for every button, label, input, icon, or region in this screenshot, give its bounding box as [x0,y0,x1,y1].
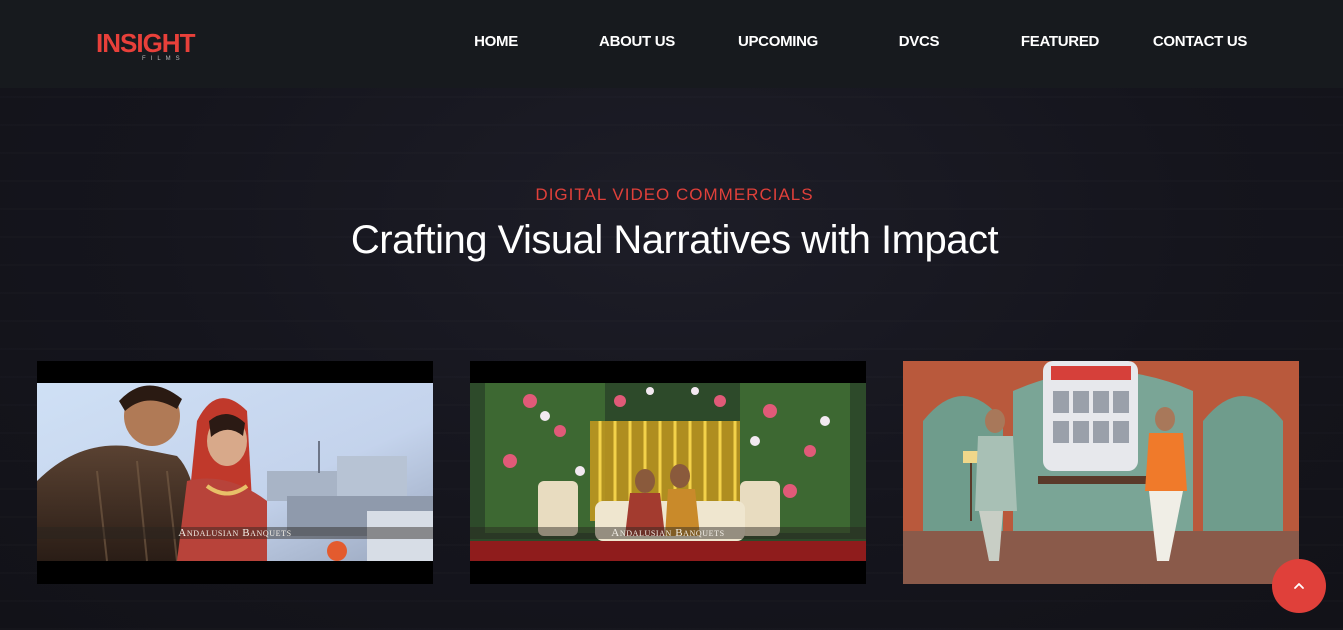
logo-subtext: FILMS [142,56,185,62]
chevron-up-icon [1294,583,1304,589]
video-caption-1: Andalusian Banquets [178,527,292,539]
video-card-3[interactable] [903,361,1299,584]
section-eyebrow: DIGITAL VIDEO COMMERCIALS [535,185,814,204]
site-header: INSIGHT FILMS HOME ABOUT US UPCOMING DVC… [0,0,1343,88]
nav-upcoming[interactable]: UPCOMING [708,32,848,52]
video-thumbnail-2 [470,361,866,584]
nav-dvcs[interactable]: DVCS [849,32,989,52]
video-thumbnail-3 [903,361,1299,584]
main-nav: HOME ABOUT US UPCOMING DVCS FEATURED CON… [440,32,1270,54]
section-title: Crafting Visual Narratives with Impact [350,218,999,262]
video-card-2[interactable]: Andalusian Banquets [470,361,866,584]
nav-home[interactable]: HOME [426,32,566,52]
page: INSIGHT FILMS HOME ABOUT US UPCOMING DVC… [0,0,1343,630]
nav-about-us[interactable]: ABOUT US [567,32,707,52]
logo[interactable]: INSIGHT FILMS [96,28,206,68]
video-caption-2: Andalusian Banquets [611,527,725,539]
video-thumbnail-1 [37,361,433,584]
nav-featured[interactable]: FEATURED [990,32,1130,52]
nav-contact-us[interactable]: CONTACT US [1130,32,1270,52]
scroll-to-top-button[interactable] [1272,559,1326,613]
logo-text: INSIGHT [96,28,195,58]
video-card-1[interactable]: Andalusian Banquets [37,361,433,584]
